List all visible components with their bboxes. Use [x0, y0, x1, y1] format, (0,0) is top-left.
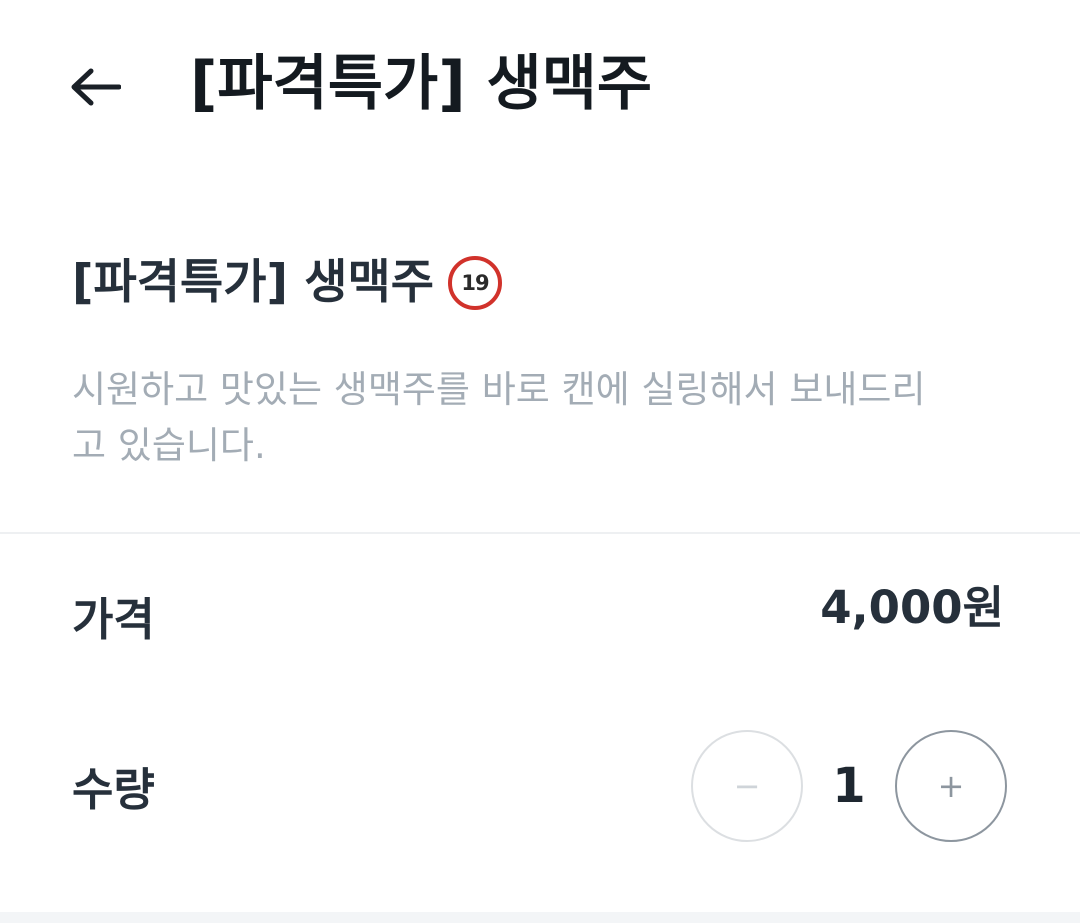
minus-icon: −: [733, 767, 761, 805]
product-detail-page: [파격특가] 생맥주 [파격특가] 생맥주 19 시원하고 맛있는 생맥주를 바…: [0, 0, 1080, 923]
section-divider: [0, 532, 1080, 534]
quantity-label: 수량: [72, 763, 155, 816]
product-title-row: [파격특가] 생맥주 19: [72, 248, 503, 318]
product-description: 시원하고 맛있는 생맥주를 바로 캔에 실링해서 보내드리고 있습니다.: [72, 368, 926, 467]
bottom-section-divider: [0, 912, 1080, 923]
page-title: [파격특가] 생맥주: [190, 49, 653, 119]
plus-icon: +: [937, 767, 965, 805]
quantity-value: 1: [832, 758, 866, 814]
price-value: 4,000원: [820, 581, 1004, 634]
arrow-left-icon: [71, 68, 121, 106]
price-label: 가격: [72, 593, 155, 646]
decrease-quantity-button[interactable]: −: [691, 730, 803, 842]
quantity-stepper: − 1 +: [691, 730, 1007, 842]
age-restriction-badge: 19: [448, 256, 503, 310]
back-button[interactable]: [60, 52, 130, 122]
app-header: [파격특가] 생맥주: [0, 0, 1080, 170]
increase-quantity-button[interactable]: +: [895, 730, 1007, 842]
product-name: [파격특가] 생맥주: [72, 255, 435, 310]
